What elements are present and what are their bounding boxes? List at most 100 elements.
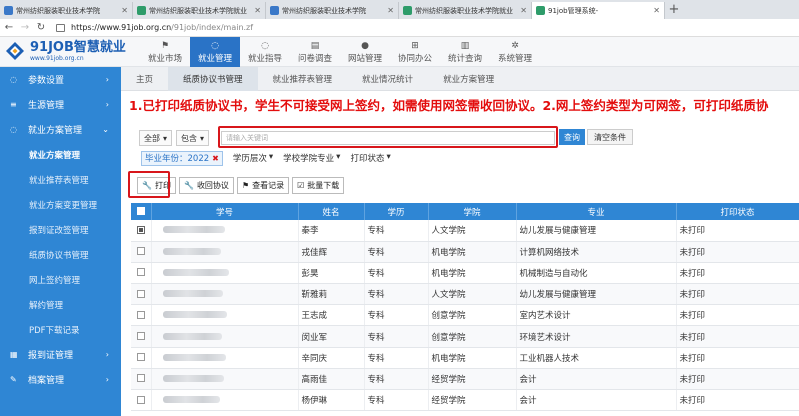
redacted-id [162,396,220,404]
action-button[interactable]: ⚑ 查看记录 [236,176,290,194]
search-button[interactable]: 查询 [559,129,585,145]
redacted-id [162,268,229,276]
filter-dropdown[interactable]: 学历层次 ▾ [233,152,273,164]
select-all-checkbox[interactable] [131,203,152,220]
action-button[interactable]: ☑ 批量下载 [292,176,345,194]
filter-dropdown[interactable]: 学校学院专业 ▾ [283,152,340,164]
browser-tab[interactable]: 91job管理系统- ✕ [532,2,665,19]
browser-tab[interactable]: 常州纺织服装职业技术学院就业 ✕ [133,2,266,19]
row-checkbox[interactable] [131,220,152,242]
table-row[interactable]: 靳雅莉 专科 人文学院 幼儿发展与健康管理 未打印 [131,283,799,306]
status-cell: 未打印 [676,389,799,412]
close-icon[interactable]: ✕ [653,6,660,15]
close-icon[interactable]: ✕ [121,6,128,15]
college-cell: 经贸学院 [428,389,517,412]
status-cell: 未打印 [676,220,799,242]
column-header[interactable]: 学号 [151,203,299,220]
checkbox-icon: ☑ [297,180,305,190]
sidebar-group[interactable]: ▦ 报到证管理 › [0,342,121,367]
scope-dropdown[interactable]: 全部 ▾ [139,130,173,146]
url-field[interactable]: https://www.91job.org.cn/91job/index/mai… [71,23,253,32]
row-checkbox[interactable] [131,304,152,327]
content-tab[interactable]: 就业方案管理 [428,67,509,91]
grid-icon: ▦ [10,350,18,359]
row-checkbox[interactable] [131,347,152,369]
sidebar-subitem[interactable]: 就业方案管理 [0,142,121,167]
close-icon[interactable]: ✕ [520,6,527,15]
sidebar-group[interactable]: ◌ 参数设置 › [0,67,121,92]
top-nav-item[interactable]: ▥ 统计查询 [440,37,490,67]
sidebar-subitem[interactable]: 网上签约管理 [0,267,121,292]
filter-dropdown[interactable]: 打印状态 ▾ [350,152,390,164]
row-checkbox[interactable] [131,262,152,285]
content-tab[interactable]: 就业情况统计 [347,67,428,91]
column-header[interactable]: 专业 [516,203,677,220]
document-icon: ▤ [310,40,320,51]
back-icon[interactable]: ← [4,22,14,33]
reload-icon[interactable]: ↻ [36,22,46,33]
browser-tab[interactable]: 常州纺织服装职业技术学院就业 ✕ [399,2,532,19]
filter-dropdown-label: 学历层次 [232,154,267,164]
row-checkbox[interactable] [131,283,152,306]
column-header[interactable]: 学院 [428,203,517,220]
table-row[interactable]: 辛同庆 专科 机电学院 工业机器人技术 未打印 [131,347,799,369]
sidebar-subitem[interactable]: 解约管理 [0,292,121,317]
name-cell: 杨伊琳 [298,389,365,412]
top-nav-item[interactable]: ⊞ 协同办公 [390,37,440,67]
content-tab[interactable]: 就业推荐表管理 [258,67,348,91]
browser-tab[interactable]: 常州纺织服装职业技术学院 ✕ [0,2,133,19]
top-nav-item[interactable]: ⚑ 就业市场 [140,37,190,67]
top-nav-item[interactable]: ✲ 系统管理 [490,37,540,67]
top-nav-item[interactable]: ● 网站管理 [340,37,390,67]
apple-icon: ● [361,40,369,51]
table-row[interactable]: 闵业军 专科 创意学院 环境艺术设计 未打印 [131,325,799,348]
year-filter-chip[interactable]: 毕业年份：2022 ✖ [141,150,223,166]
new-tab-icon[interactable]: + [665,2,683,19]
column-header[interactable]: 打印状态 [676,203,799,220]
logo-subtitle: www.91job.org.cn [30,54,84,62]
column-header[interactable]: 学历 [364,203,429,220]
major-cell: 机械制造与自动化 [516,262,677,285]
content-tab[interactable]: 纸质协议书管理 [168,67,258,91]
browser-tab[interactable]: 常州纺织服装职业技术学院 ✕ [266,2,399,19]
column-header[interactable]: 姓名 [298,203,365,220]
top-nav-item[interactable]: ◌ 就业指导 [240,37,290,67]
table-row[interactable]: 杨伊琳 专科 经贸学院 会计 未打印 [131,389,799,412]
row-checkbox[interactable] [131,241,152,263]
sidebar-group[interactable]: ◌ 就业方案管理 ⌄ [0,117,121,142]
top-nav-label: 统计查询 [447,53,482,64]
name-cell: 秦李 [298,220,365,242]
action-button[interactable]: 🔧 收回协议 [178,176,234,194]
top-nav-item[interactable]: ◌ 就业管理 [190,37,240,67]
year-filter-label: 毕业年份：2022 [145,154,210,164]
row-checkbox[interactable] [131,325,152,348]
row-checkbox[interactable] [131,389,152,412]
redacted-id [162,374,224,382]
sidebar-group[interactable]: ✎ 档案管理 › [0,367,121,392]
row-checkbox[interactable] [131,368,152,391]
table-row[interactable]: 王志成 专科 创意学院 室内艺术设计 未打印 [131,304,799,327]
close-icon[interactable]: ✕ [387,6,394,15]
table-row[interactable]: 高雨佳 专科 经贸学院 会计 未打印 [131,368,799,391]
close-icon[interactable]: ✕ [254,6,261,15]
table-row[interactable]: 秦李 专科 人文学院 幼儿发展与健康管理 未打印 [131,220,799,242]
sidebar-subitem[interactable]: 就业方案变更管理 [0,192,121,217]
table-row[interactable]: 戎佳辉 专科 机电学院 计算机网络技术 未打印 [131,241,799,263]
top-nav-item[interactable]: ▤ 问卷调查 [290,37,340,67]
sidebar-group[interactable]: ≡ 生源管理 › [0,92,121,117]
sidebar-subitem[interactable]: PDF下载记录 [0,317,121,342]
status-cell: 未打印 [676,347,799,369]
sidebar-subitem[interactable]: 就业推荐表管理 [0,167,121,192]
status-cell: 未打印 [676,325,799,348]
clear-button[interactable]: 清空条件 [587,129,633,145]
logo[interactable]: 91JOB智慧就业 www.91job.org.cn [4,40,126,62]
sidebar-subitem[interactable]: 报到证改签管理 [0,217,121,242]
match-dropdown[interactable]: 包含 ▾ [176,130,210,146]
remove-filter-icon[interactable]: ✖ [212,154,219,163]
top-nav: ⚑ 就业市场 ◌ 就业管理 ◌ 就业指导 ▤ 问卷调查 ● 网站管理 ⊞ 协同办公 ▥ 统计查询 ✲ 系统管理 [140,37,540,67]
table-row[interactable]: 彭昊 专科 机电学院 机械制造与自动化 未打印 [131,262,799,285]
content-tab[interactable]: 主页 [121,67,168,91]
checkbox-icon [136,353,145,362]
forward-icon[interactable]: → [20,22,30,33]
sidebar-subitem[interactable]: 纸质协议书管理 [0,242,121,267]
